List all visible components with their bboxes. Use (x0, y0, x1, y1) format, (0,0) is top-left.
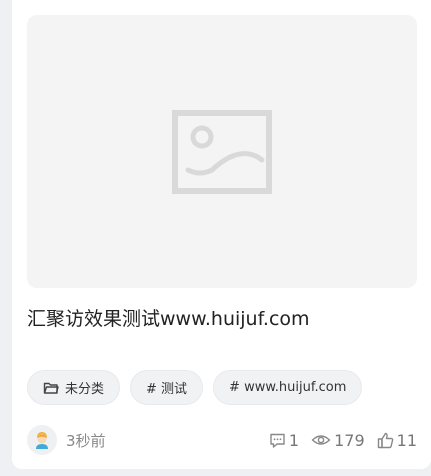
avatar-icon (36, 432, 48, 449)
tag-website-label: # www.huijuf.com (229, 380, 347, 395)
post-title[interactable]: 汇聚访效果测试www.huijuf.com (27, 305, 417, 333)
category-tag[interactable]: 未分类 (27, 370, 121, 405)
view-count: 179 (311, 431, 365, 450)
comment-icon (269, 432, 286, 449)
post-stats: 1 179 11 (269, 431, 417, 450)
thumbs-up-icon (377, 432, 394, 449)
tag-website[interactable]: # www.huijuf.com (213, 370, 363, 405)
post-footer: 3秒前 1 179 11 (27, 424, 417, 456)
author-info: 3秒前 (27, 425, 106, 455)
like-count-value: 11 (396, 430, 417, 450)
like-count[interactable]: 11 (377, 431, 417, 450)
folder-icon (43, 381, 59, 395)
comment-count[interactable]: 1 (269, 431, 299, 450)
image-placeholder-icon (172, 109, 272, 194)
avatar[interactable] (27, 425, 57, 455)
post-card[interactable]: 汇聚访效果测试www.huijuf.com 未分类 # 测试 # www.hui… (12, 0, 431, 469)
comment-count-value: 1 (288, 430, 300, 450)
category-tag-label: 未分类 (65, 382, 105, 397)
tag-test-label: # 测试 (146, 382, 188, 397)
tag-list: 未分类 # 测试 # www.huijuf.com (27, 370, 363, 405)
post-thumbnail[interactable] (27, 15, 417, 288)
view-count-value: 179 (334, 430, 365, 450)
eye-icon (311, 433, 331, 447)
tag-test[interactable]: # 测试 (130, 370, 204, 405)
post-time: 3秒前 (66, 431, 106, 450)
